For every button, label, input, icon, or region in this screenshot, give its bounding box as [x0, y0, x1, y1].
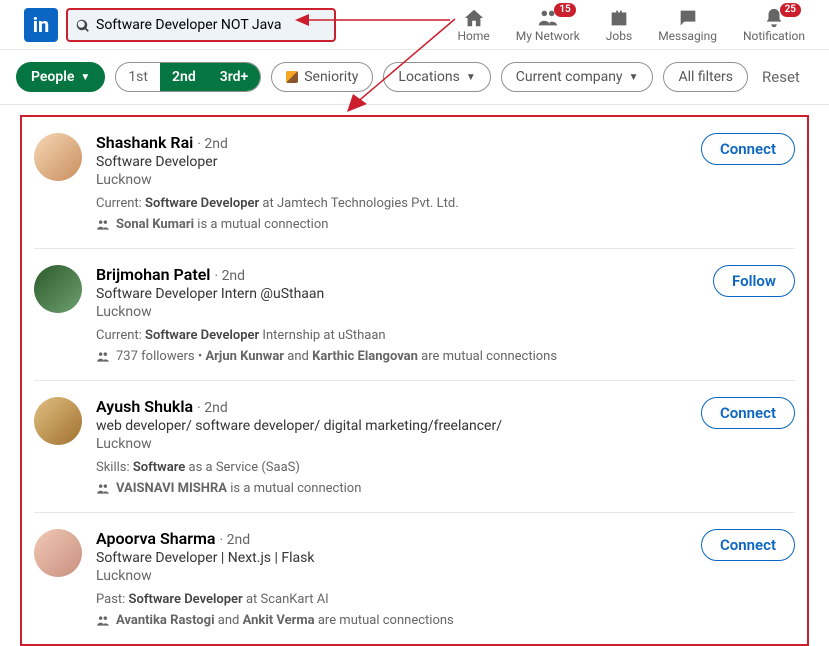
person-name[interactable]: Shashank Rai: [96, 133, 193, 152]
meta-line: Current: Software Developer Internship a…: [96, 328, 713, 343]
people-filter[interactable]: People ▼: [16, 62, 105, 92]
connection-degree: · 2nd: [214, 268, 245, 284]
person-name[interactable]: Ayush Shukla: [96, 397, 193, 416]
result-info: Ayush Shukla · 2nd web developer/ softwa…: [96, 397, 701, 496]
headline: Software Developer: [96, 154, 701, 170]
mutual-line: Sonal Kumari is a mutual connection: [96, 217, 701, 232]
linkedin-logo[interactable]: in: [24, 8, 58, 42]
nav-jobs-label: Jobs: [606, 29, 632, 43]
network-badge: 15: [554, 3, 575, 17]
location: Lucknow: [96, 304, 713, 320]
search-input[interactable]: [96, 17, 326, 33]
filter-bar: People ▼ 1st 2nd 3rd+ Seniority Location…: [0, 50, 829, 105]
locations-label: Locations: [398, 69, 459, 85]
result-info: Apoorva Sharma · 2nd Software Developer …: [96, 529, 701, 628]
mutual-line: Avantika Rastogi and Ankit Verma are mut…: [96, 613, 701, 628]
mutual-line: VAISNAVI MISHRA is a mutual connection: [96, 481, 701, 496]
nav-messaging[interactable]: Messaging: [658, 7, 717, 43]
nav-messaging-label: Messaging: [658, 29, 717, 43]
headline: Software Developer Intern @uSthaan: [96, 286, 713, 302]
search-wrapper: [66, 8, 336, 42]
con-2nd[interactable]: 2nd: [160, 63, 208, 91]
nav-network-label: My Network: [516, 29, 580, 43]
nav-jobs[interactable]: Jobs: [606, 7, 632, 43]
location: Lucknow: [96, 568, 701, 584]
all-filters[interactable]: All filters: [663, 62, 748, 92]
avatar[interactable]: [34, 265, 82, 313]
headline: Software Developer | Next.js | Flask: [96, 550, 701, 566]
chevron-down-icon: ▼: [80, 72, 90, 83]
result-card: Apoorva Sharma · 2nd Software Developer …: [34, 513, 795, 644]
con-3rd[interactable]: 3rd+: [208, 63, 261, 91]
location: Lucknow: [96, 436, 701, 452]
result-info: Shashank Rai · 2nd Software Developer Lu…: [96, 133, 701, 232]
connection-degree: · 2nd: [197, 136, 228, 152]
avatar[interactable]: [34, 529, 82, 577]
avatar[interactable]: [34, 133, 82, 181]
result-info: Brijmohan Patel · 2nd Software Developer…: [96, 265, 713, 364]
chevron-down-icon: ▼: [466, 72, 476, 83]
top-nav: Home 15 My Network Jobs Messaging 25 Not…: [457, 7, 805, 43]
people-filter-label: People: [31, 69, 74, 85]
seniority-icon: [286, 71, 298, 83]
meta-line: Past: Software Developer at ScanKart AI: [96, 592, 701, 607]
chevron-down-icon: ▼: [629, 72, 639, 83]
connections-filter: 1st 2nd 3rd+: [115, 62, 261, 92]
connect-button[interactable]: Connect: [701, 133, 795, 165]
follow-button[interactable]: Follow: [713, 265, 795, 297]
company-label: Current company: [516, 69, 623, 85]
result-card: Ayush Shukla · 2nd web developer/ softwa…: [34, 381, 795, 513]
top-bar: in Home 15 My Network Jobs Messaging 25 …: [0, 0, 829, 50]
result-card: Brijmohan Patel · 2nd Software Developer…: [34, 249, 795, 381]
con-1st[interactable]: 1st: [116, 63, 160, 91]
seniority-label: Seniority: [304, 69, 358, 85]
reset-filters[interactable]: Reset: [762, 68, 800, 86]
nav-home-label: Home: [457, 29, 489, 43]
nav-notifications-label: Notification: [743, 29, 805, 43]
seniority-filter[interactable]: Seniority: [271, 62, 373, 92]
nav-notifications[interactable]: 25 Notification: [743, 7, 805, 43]
nav-home[interactable]: Home: [457, 7, 489, 43]
results-list: Shashank Rai · 2nd Software Developer Lu…: [20, 115, 809, 646]
headline: web developer/ software developer/ digit…: [96, 418, 701, 434]
nav-network[interactable]: 15 My Network: [516, 7, 580, 43]
company-filter[interactable]: Current company ▼: [501, 62, 654, 92]
locations-filter[interactable]: Locations ▼: [383, 62, 490, 92]
person-name[interactable]: Apoorva Sharma: [96, 529, 216, 548]
result-card: Shashank Rai · 2nd Software Developer Lu…: [34, 117, 795, 249]
notifications-badge: 25: [780, 3, 801, 17]
meta-line: Current: Software Developer at Jamtech T…: [96, 196, 701, 211]
person-name[interactable]: Brijmohan Patel: [96, 265, 210, 284]
connect-button[interactable]: Connect: [701, 529, 795, 561]
search-icon: [76, 18, 90, 37]
location: Lucknow: [96, 172, 701, 188]
avatar[interactable]: [34, 397, 82, 445]
meta-line: Skills: Software as a Service (SaaS): [96, 460, 701, 475]
connect-button[interactable]: Connect: [701, 397, 795, 429]
connection-degree: · 2nd: [197, 400, 228, 416]
connection-degree: · 2nd: [219, 532, 250, 548]
mutual-line: 737 followers • Arjun Kunwar and Karthic…: [96, 349, 713, 364]
